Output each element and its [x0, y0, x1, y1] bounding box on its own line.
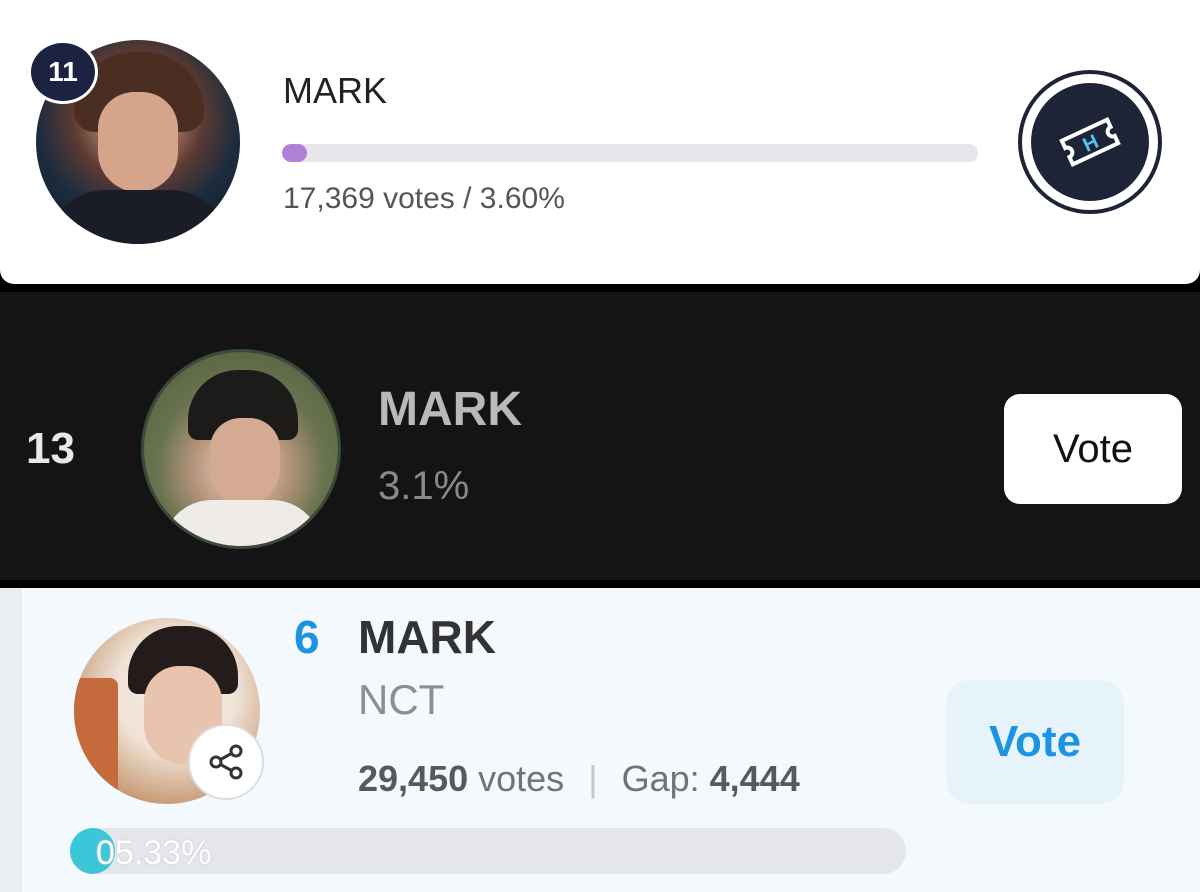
vote-button[interactable]: Vote: [1004, 394, 1182, 504]
vote-stats: 17,369 votes / 3.60%: [283, 182, 565, 215]
candidate-name: MARK: [283, 70, 388, 111]
candidate-name: MARK: [358, 611, 496, 663]
rank-number: 13: [26, 424, 75, 473]
vote-stats: 29,450 votes | Gap: 4,444: [358, 758, 800, 800]
group-name: NCT: [358, 676, 445, 723]
separator: |: [588, 758, 598, 799]
avatar: [144, 352, 338, 546]
candidate-card-2: 13 MARK 3.1% Vote: [0, 292, 1200, 580]
gap-label: Gap:: [621, 758, 700, 799]
votes-value: 29,450: [358, 758, 469, 799]
ticket-button[interactable]: H: [1018, 70, 1162, 214]
candidate-card-3: 6 MARK NCT 29,450 votes | Gap: 4,444 Vot…: [0, 588, 1200, 892]
rank-number: 6: [294, 611, 320, 663]
vote-progress-fill: [282, 144, 308, 162]
votes-unit: votes: [478, 758, 565, 799]
rank-badge: 11: [28, 40, 98, 104]
gap-value: 4,444: [709, 758, 800, 799]
vote-percent: 3.1%: [378, 464, 470, 508]
candidate-card-1: 11 MARK 17,369 votes / 3.60% H: [0, 0, 1200, 284]
progress-label: 05.33%: [96, 834, 212, 872]
share-button[interactable]: [188, 724, 264, 800]
share-icon: [209, 744, 243, 780]
vote-progress-bar: 05.33%: [70, 828, 906, 874]
candidate-name: MARK: [378, 383, 522, 436]
ticket-icon: H: [1059, 116, 1121, 168]
vote-button[interactable]: Vote: [946, 680, 1124, 804]
vote-progress-bar: [282, 144, 978, 162]
